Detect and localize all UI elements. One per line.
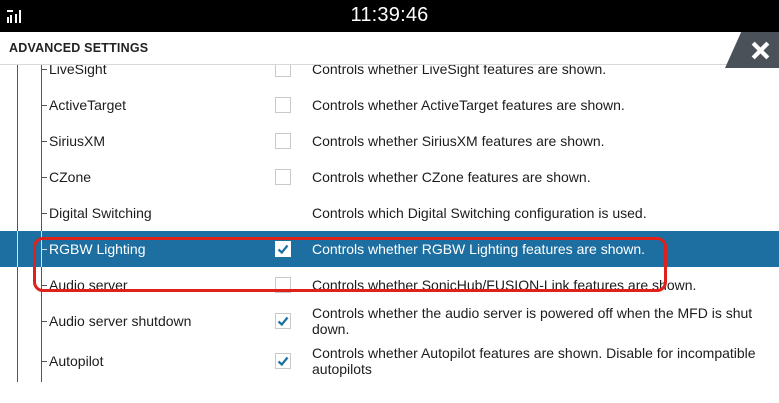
tree-branch [41, 213, 47, 214]
setting-label: SiriusXM [49, 133, 106, 149]
tree-line [17, 159, 18, 195]
setting-checkbox[interactable] [275, 169, 291, 185]
setting-label: CZone [49, 169, 92, 185]
setting-description: Controls whether ActiveTarget features a… [312, 97, 625, 113]
settings-row[interactable]: RGBW Lighting Controls whether RGBW Light… [0, 231, 779, 267]
tree-branch [41, 105, 47, 106]
setting-description: Controls whether SonicHub/FUSION-Link fe… [312, 277, 697, 293]
tree-branch [41, 141, 47, 142]
page-title: ADVANCED SETTINGS [9, 41, 149, 55]
tree-line [17, 195, 18, 231]
settings-row[interactable]: Digital Switching Controls which Digital … [0, 195, 779, 231]
setting-checkbox[interactable] [275, 241, 291, 257]
tree-line [17, 65, 18, 87]
setting-label: LiveSight [49, 65, 107, 77]
tree-line [17, 87, 18, 123]
settings-list[interactable]: LiveSight Controls whether LiveSight feat… [0, 65, 779, 403]
setting-checkbox[interactable] [275, 133, 291, 149]
check-icon [277, 356, 289, 366]
status-bar: 11:39:46 [0, 0, 779, 32]
tree-line [17, 231, 18, 267]
setting-label: Audio server shutdown [49, 313, 192, 329]
settings-row[interactable]: CZone Controls whether CZone features are… [0, 159, 779, 195]
title-bar: ADVANCED SETTINGS [0, 32, 779, 65]
setting-label: ActiveTarget [49, 97, 127, 113]
setting-description: Controls whether LiveSight features are … [312, 65, 607, 77]
setting-description: Controls whether RGBW Lighting features … [312, 241, 646, 257]
setting-description: Controls which Digital Switching configu… [312, 205, 647, 221]
settings-row[interactable]: ActiveTarget Controls whether ActiveTarge… [0, 87, 779, 123]
settings-row[interactable]: Audio server shutdown Controls whether th… [0, 303, 779, 339]
tree-branch [41, 177, 47, 178]
check-icon [277, 244, 289, 255]
settings-list-content: LiveSight Controls whether LiveSight feat… [0, 65, 779, 382]
close-icon [751, 41, 770, 60]
setting-label: RGBW Lighting [49, 241, 146, 257]
settings-row[interactable]: SiriusXM Controls whether SiriusXM featur… [0, 123, 779, 159]
tree-branch [41, 321, 47, 322]
tree-branch [41, 69, 47, 70]
tree-line [17, 267, 18, 303]
setting-checkbox[interactable] [275, 313, 291, 329]
check-icon [277, 316, 289, 327]
clock: 11:39:46 [350, 4, 429, 26]
settings-row[interactable]: Autopilot Controls whether Autopilot feat… [0, 339, 779, 382]
tree-line [17, 303, 18, 339]
setting-description: Controls whether the audio server is pow… [312, 305, 753, 337]
settings-row[interactable]: Audio server Controls whether SonicHub/FU… [0, 267, 779, 303]
tree-branch [41, 249, 47, 250]
tree-branch [41, 360, 47, 362]
setting-checkbox[interactable] [275, 352, 291, 369]
setting-checkbox[interactable] [275, 277, 291, 293]
setting-label: Digital Switching [49, 205, 152, 221]
setting-description: Controls whether Autopilot features are … [312, 344, 756, 377]
tree-branch [41, 285, 47, 286]
setting-label: Autopilot [49, 352, 104, 369]
setting-description: Controls whether CZone features are show… [312, 169, 591, 185]
tree-line [17, 123, 18, 159]
setting-label: Audio server [49, 277, 128, 293]
setting-checkbox[interactable] [275, 65, 291, 77]
settings-row[interactable]: LiveSight Controls whether LiveSight feat… [0, 65, 779, 87]
setting-checkbox[interactable] [275, 97, 291, 113]
tree-line [17, 339, 18, 382]
setting-description: Controls whether SiriusXM features are s… [312, 133, 605, 149]
